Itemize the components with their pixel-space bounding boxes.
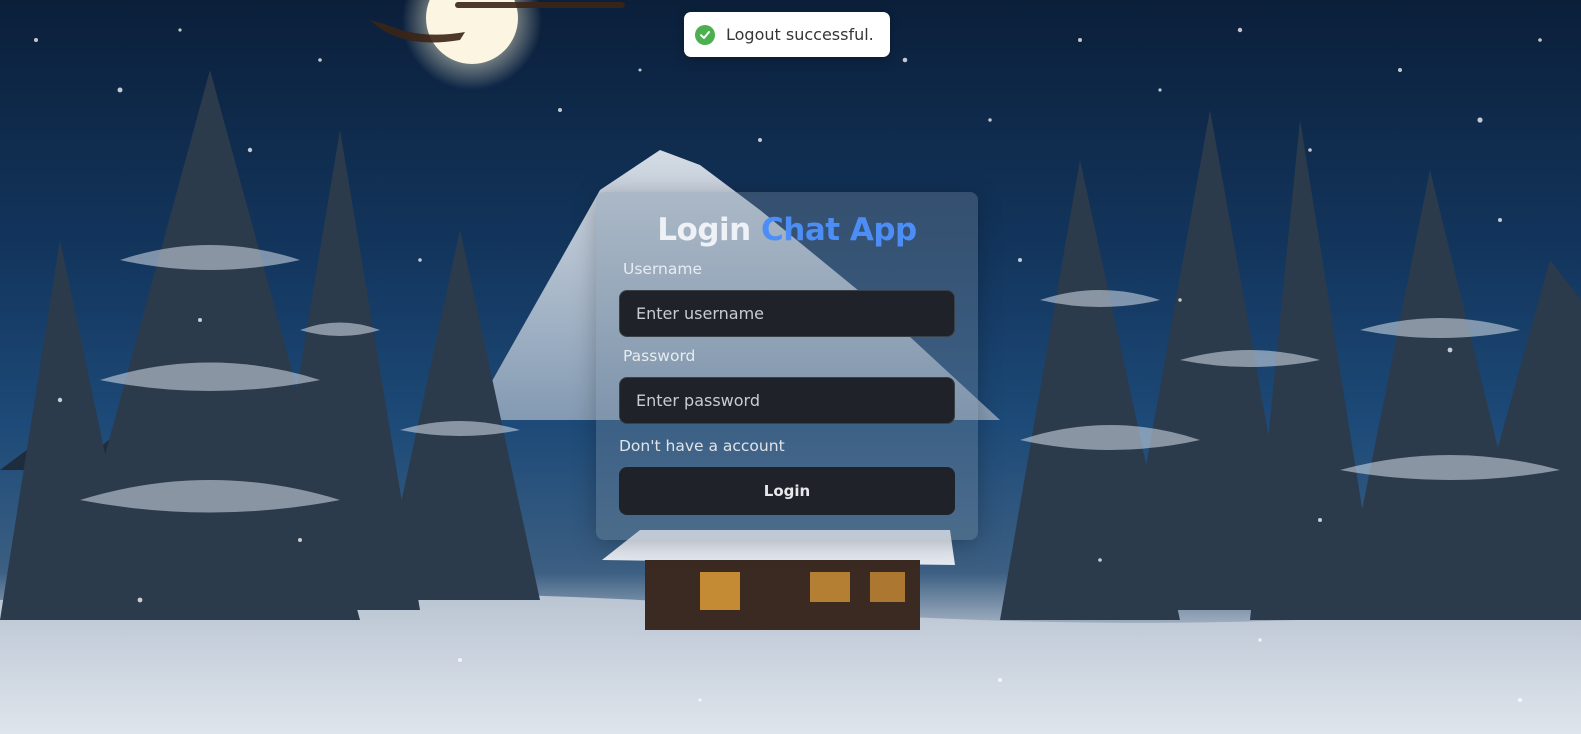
toast-message: Logout successful.	[726, 25, 874, 44]
password-label: Password	[623, 347, 696, 365]
username-label: Username	[623, 260, 703, 278]
login-button[interactable]: Login	[619, 467, 955, 515]
logout-toast: Logout successful.	[684, 12, 890, 57]
title-accent: Chat App	[761, 212, 917, 248]
page-title: Login Chat App	[596, 212, 978, 248]
signup-link[interactable]: Don't have a account	[619, 437, 785, 455]
password-input[interactable]	[619, 377, 955, 424]
login-card: Login Chat App Username Password Don't h…	[596, 192, 978, 540]
check-circle-icon	[695, 24, 715, 45]
username-input[interactable]	[619, 290, 955, 337]
title-prefix: Login	[657, 212, 751, 248]
